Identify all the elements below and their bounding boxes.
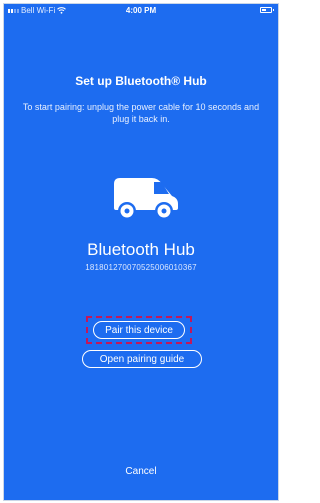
status-time: 4:00 PM	[125, 6, 157, 15]
pair-device-button[interactable]: Pair this device	[93, 321, 185, 339]
cancel-button[interactable]: Cancel	[4, 466, 278, 477]
phone-screen: Bell Wi-Fi 4:00 PM Set up Bluetooth® Hub…	[3, 3, 279, 501]
pairing-instructions: To start pairing: unplug the power cable…	[22, 102, 260, 124]
car-icon	[114, 178, 178, 220]
battery-icon	[260, 7, 274, 13]
device-id: 181801270070525006010367	[85, 263, 197, 272]
page-title: Set up Bluetooth® Hub	[75, 74, 207, 88]
device-name: Bluetooth Hub	[87, 240, 195, 259]
pair-button-highlight: Pair this device	[86, 316, 192, 344]
status-bar: Bell Wi-Fi 4:00 PM	[4, 4, 278, 18]
open-pairing-guide-button[interactable]: Open pairing guide	[82, 350, 202, 368]
